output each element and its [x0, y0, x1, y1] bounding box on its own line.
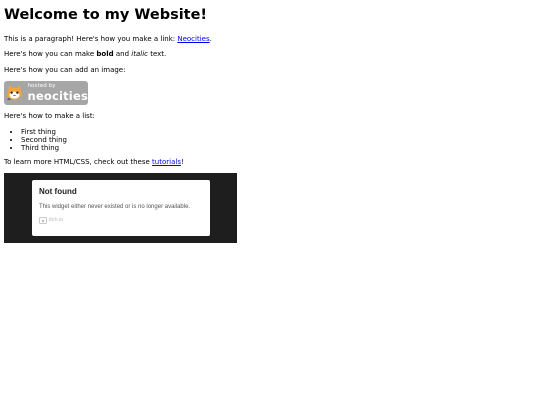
bullet-list: First thing Second thing Third thing — [4, 128, 536, 152]
paragraph-image: Here's how you can add an image: — [4, 65, 126, 74]
list-item: First thing — [21, 128, 536, 136]
widget-title: Not found — [39, 187, 77, 197]
hosted-by-neocities-badge[interactable]: hosted by neocities — [4, 81, 88, 106]
itchio-brand-label: itch.io — [49, 217, 64, 224]
itch-widget: Not found This widget either never exist… — [4, 173, 237, 244]
badge-big-text: neocities — [27, 88, 88, 103]
paragraph-tutorials: To learn more HTML/CSS, check out these … — [4, 157, 184, 166]
page-title: Welcome to my Website! — [4, 7, 208, 23]
italic-text: italic — [131, 50, 148, 59]
itchio-logo-icon — [39, 216, 47, 224]
page-content: Welcome to my Website! This is a paragra… — [0, 0, 540, 244]
list-item: Second thing — [21, 136, 536, 144]
paragraph-list: Here's how to make a list: — [4, 112, 95, 121]
widget-card: Not found This widget either never exist… — [32, 180, 210, 237]
neocities-cat-icon — [6, 85, 22, 101]
list-item: Third thing — [21, 144, 536, 152]
itchio-brand[interactable]: itch.io — [39, 216, 203, 224]
tutorials-link[interactable]: tutorials — [152, 158, 181, 166]
paragraph-formatting: Here's how you can make bold and italic … — [4, 50, 167, 59]
bold-text: bold — [96, 50, 114, 59]
neocities-link[interactable]: Neocities — [177, 35, 209, 43]
widget-message: This widget either never existed or is n… — [39, 203, 191, 210]
paragraph-link: This is a paragraph! Here's how you make… — [4, 34, 212, 43]
